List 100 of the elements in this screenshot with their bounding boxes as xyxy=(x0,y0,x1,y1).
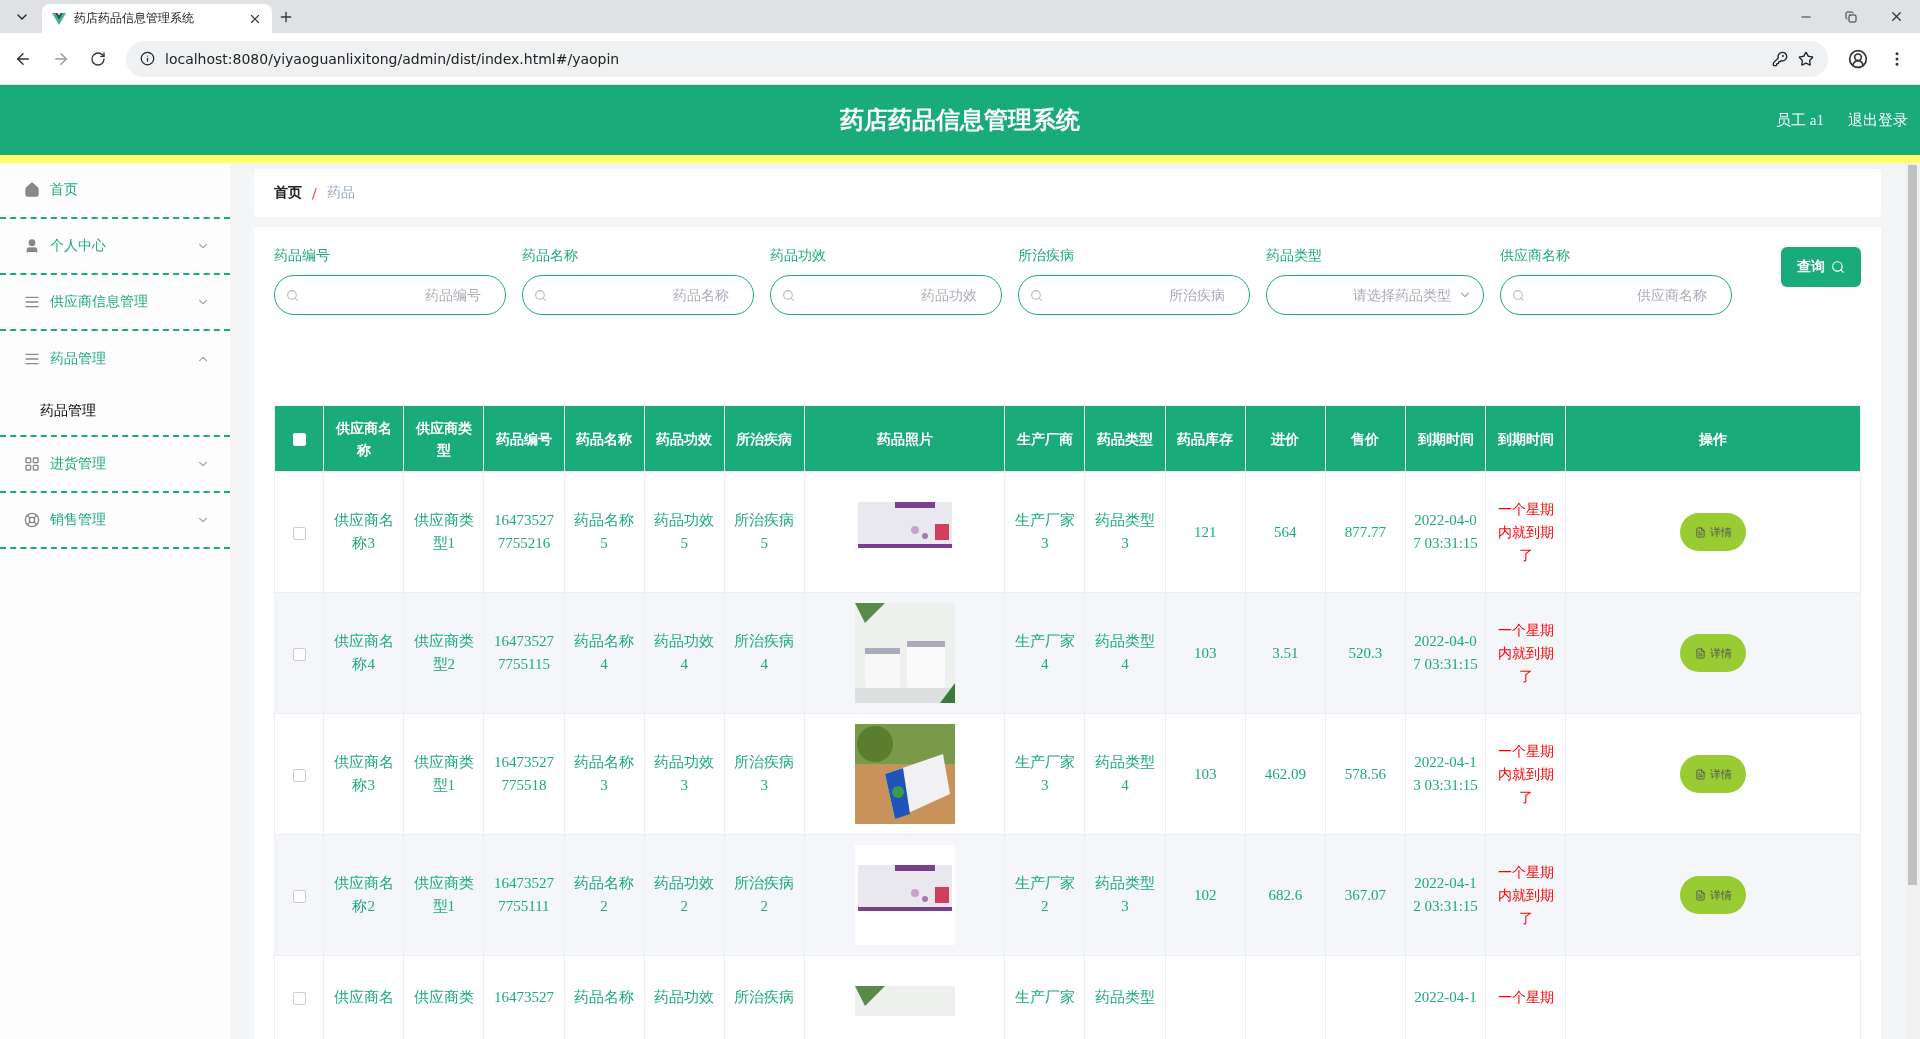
detail-button[interactable]: 详情 xyxy=(1680,513,1747,551)
logout-link[interactable]: 退出登录 xyxy=(1848,110,1908,130)
breadcrumb-separator: / xyxy=(312,185,317,201)
table-cell-text: 供应商类型1 xyxy=(413,754,474,793)
table-cell-text: 2022-04-13 03:31:15 xyxy=(1413,754,1478,793)
table-cell-text: 2022-04-07 03:31:15 xyxy=(1413,633,1478,672)
restore-icon[interactable] xyxy=(1845,9,1857,24)
table-cell-text: 药品类型3 xyxy=(1095,875,1155,914)
table-cell-text: 供应商类型1 xyxy=(413,512,474,551)
detail-button[interactable]: 详情 xyxy=(1680,634,1747,672)
column-header: 药品照片 xyxy=(804,405,1005,472)
field-label: 药品功效 xyxy=(770,247,827,265)
breadcrumb-link[interactable]: 药品 xyxy=(326,184,355,202)
row-checkbox[interactable] xyxy=(292,992,306,1006)
row-checkbox[interactable] xyxy=(292,647,306,661)
column-header: 药品库存 xyxy=(1165,405,1246,472)
table-cell-text: 103 xyxy=(1193,644,1217,661)
table-cell-text: 367.07 xyxy=(1344,886,1387,903)
field-label: 药品名称 xyxy=(522,247,579,265)
grid-icon xyxy=(24,456,40,472)
close-icon[interactable] xyxy=(1889,9,1904,24)
table-cell-text: 供应商类 xyxy=(413,989,474,1005)
column-header: 售价 xyxy=(1325,405,1406,472)
row-checkbox[interactable] xyxy=(292,889,306,903)
column-header: 供应商名称 xyxy=(323,405,404,472)
table-cell-text: 164735277755111 xyxy=(493,875,554,914)
expiry-warning: 一个星期内就到期了 xyxy=(1497,863,1554,926)
ring-icon xyxy=(24,512,40,528)
column-header: 药品名称 xyxy=(564,405,645,472)
table-cell-text: 682.6 xyxy=(1268,886,1303,903)
table-cell-text: 药品名称5 xyxy=(574,512,635,551)
scrollbar-thumb[interactable] xyxy=(1908,165,1917,885)
column-header: 进价 xyxy=(1245,405,1326,472)
search-icon xyxy=(1512,288,1525,302)
column-header: 药品类型 xyxy=(1084,405,1166,472)
key-icon[interactable] xyxy=(1772,50,1788,67)
sidebar-menu-item[interactable]: 进货管理 xyxy=(24,437,210,491)
search-icon xyxy=(534,288,547,302)
table-cell-text: 供应商名称2 xyxy=(333,875,394,914)
search-icon xyxy=(286,288,299,302)
search-field[interactable]: 药品编号 xyxy=(274,275,506,315)
sidebar-menu-item[interactable]: 个人中心 xyxy=(24,219,210,273)
bookmark-star-icon[interactable] xyxy=(1798,50,1814,67)
list-icon xyxy=(24,351,40,367)
table-cell-text: 供应商名 xyxy=(333,989,394,1005)
column-header: 操作 xyxy=(1565,405,1861,472)
type-select[interactable]: 请选择药品类型 xyxy=(1266,275,1484,315)
column-header: 药品功效 xyxy=(644,405,725,472)
address-bar[interactable]: localhost:8080/yiyaoguanlixitong/admin/dist/index.html#/yaopin xyxy=(126,40,1828,77)
select-all-checkbox[interactable] xyxy=(292,433,306,446)
table-cell-text: 121 xyxy=(1193,523,1217,540)
row-checkbox[interactable] xyxy=(292,768,306,782)
breadcrumb-link[interactable]: 首页 xyxy=(274,184,302,202)
home-icon xyxy=(24,182,40,198)
table-cell-text: 16473527775518 xyxy=(493,754,554,793)
reload-icon[interactable] xyxy=(90,50,106,67)
table-cell-text: 生产厂家2 xyxy=(1014,875,1075,914)
table-cell-text: 564 xyxy=(1274,523,1297,540)
table-cell-text: 生产厂家 xyxy=(1014,989,1075,1005)
column-header: 到期时间 xyxy=(1485,405,1566,472)
url-text: localhost:8080/yiyaoguanlixitong/admin/dist/index.html#/yaopin xyxy=(165,50,621,67)
sidebar-menu-item[interactable]: 销售管理 xyxy=(24,493,210,547)
table-cell-text: 供应商类型2 xyxy=(413,633,474,672)
search-field[interactable]: 供应商名称 xyxy=(1500,275,1732,315)
expiry-warning: 一个星期内就到期了 xyxy=(1497,621,1554,684)
detail-button[interactable]: 详情 xyxy=(1680,876,1747,914)
row-checkbox[interactable] xyxy=(292,526,306,540)
column-header: 药品编号 xyxy=(483,405,564,472)
table-cell-text: 药品功效3 xyxy=(654,754,715,793)
table-cell-text: 供应商类型1 xyxy=(413,875,474,914)
table-cell-text: 103 xyxy=(1193,765,1217,782)
profile-icon[interactable] xyxy=(1848,48,1868,69)
query-button[interactable]: 查询 xyxy=(1781,247,1861,287)
sidebar-menu-item[interactable]: 药品管理 xyxy=(24,331,210,387)
info-icon xyxy=(140,51,155,66)
search-field[interactable]: 药品名称 xyxy=(522,275,754,315)
sidebar-sub-item[interactable]: 药品管理 xyxy=(0,387,230,435)
table-cell-text: 102 xyxy=(1193,886,1217,903)
tab-title: 药店药品信息管理系统 xyxy=(74,10,195,27)
browser-tab[interactable]: 药店药品信息管理系统 xyxy=(42,4,272,33)
table-cell-text: 877.77 xyxy=(1344,523,1387,540)
column-header: 所治疾病 xyxy=(724,405,805,472)
table-cell-text: 药品类型3 xyxy=(1095,512,1155,551)
table-cell-text: 16473527 xyxy=(493,989,554,1005)
table-cell-text: 生产厂家3 xyxy=(1014,754,1075,793)
detail-button[interactable]: 详情 xyxy=(1680,755,1747,793)
column-header: 到期时间 xyxy=(1405,405,1486,472)
scrollbar[interactable] xyxy=(1905,163,1920,1039)
column-header: 生产厂商 xyxy=(1004,405,1085,472)
field-label: 药品类型 xyxy=(1266,247,1323,265)
table-cell-text: 520.3 xyxy=(1348,644,1383,661)
table-cell-text: 所治疾病3 xyxy=(734,754,795,793)
search-field[interactable]: 药品功效 xyxy=(770,275,1002,315)
table-cell-text: 578.56 xyxy=(1344,765,1387,782)
sidebar-menu-item[interactable]: 首页 xyxy=(24,163,210,217)
table-cell-text: 药品名称2 xyxy=(574,875,635,914)
table-cell-text: 164735277755115 xyxy=(493,633,554,672)
table-cell-text: 供应商名称3 xyxy=(333,754,394,793)
sidebar-menu-item[interactable]: 供应商信息管理 xyxy=(24,275,210,329)
search-field[interactable]: 所治疾病 xyxy=(1018,275,1250,315)
